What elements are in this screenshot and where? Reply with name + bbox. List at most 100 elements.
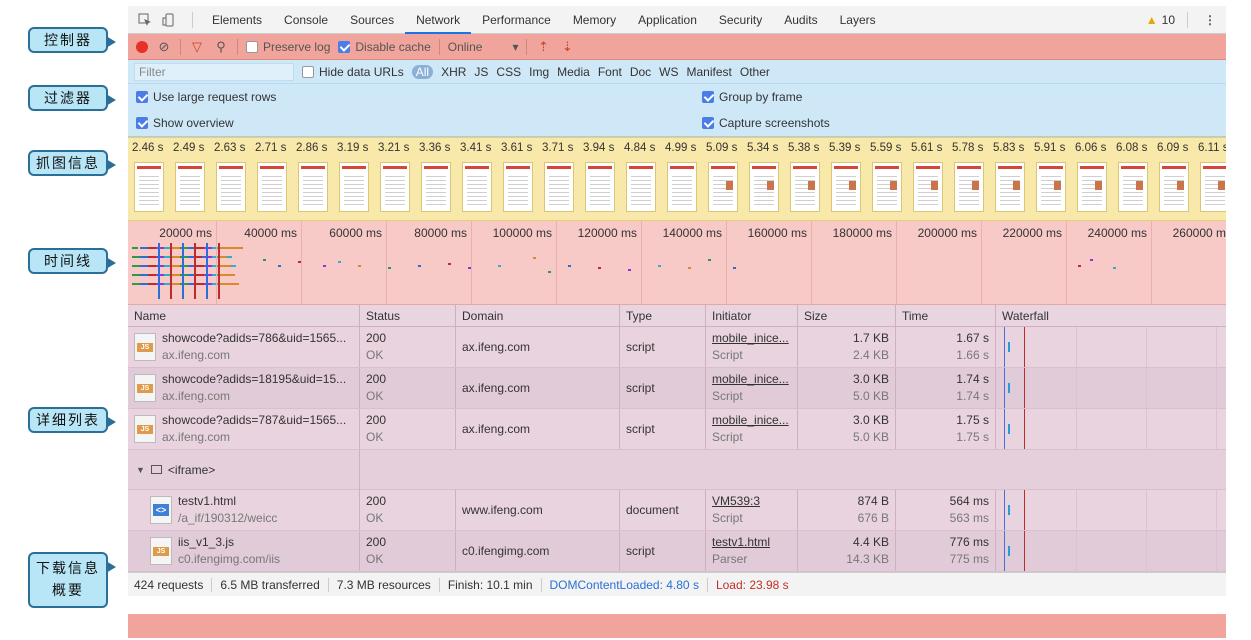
screenshot-thumbnail[interactable] [585, 162, 615, 212]
expand-arrow-icon[interactable]: ▼ [136, 465, 145, 475]
overview-timeline[interactable]: 20000 ms 40000 ms 60000 ms 80000 ms 100000 m… [128, 221, 1226, 305]
screenshot-thumbnail[interactable] [544, 162, 574, 212]
tab-console[interactable]: Console [273, 6, 339, 34]
screenshot-thumbnail[interactable] [380, 162, 410, 212]
capture-screenshots-toggle[interactable]: Capture screenshots [702, 116, 830, 130]
iframe-group-row[interactable]: ▼ <iframe> [128, 449, 1226, 490]
filter-input[interactable]: Filter [134, 62, 294, 81]
filter-type-doc[interactable]: Doc [630, 65, 651, 79]
disable-cache-toggle[interactable]: Disable cache [338, 40, 431, 54]
screenshot-thumbnail[interactable] [1200, 162, 1226, 212]
initiator-link[interactable]: VM539:3 [712, 493, 791, 510]
table-row[interactable]: JS iis_v1_3.js c0.ifengimg.com/iis 200 O… [128, 531, 1226, 572]
name-cell[interactable]: JS iis_v1_3.js c0.ifengimg.com/iis [128, 531, 360, 571]
filter-type-js[interactable]: JS [474, 65, 488, 79]
filter-type-font[interactable]: Font [598, 65, 622, 79]
preserve-log-toggle[interactable]: Preserve log [246, 40, 330, 54]
column-initiator[interactable]: Initiator [706, 305, 798, 326]
tab-audits[interactable]: Audits [773, 6, 828, 34]
import-har-icon[interactable]: ⇡ [535, 39, 551, 55]
device-toolbar-icon[interactable] [160, 11, 178, 29]
screenshot-thumbnail[interactable] [421, 162, 451, 212]
screenshot-thumbnail[interactable] [831, 162, 861, 212]
column-size[interactable]: Size [798, 305, 896, 326]
table-row[interactable]: <> testv1.html /a_if/190312/weicc 200 OK… [128, 490, 1226, 531]
screenshot-thumbnail[interactable] [749, 162, 779, 212]
show-overview-checkbox[interactable] [136, 117, 148, 129]
warnings-indicator[interactable]: ▲ 10 ⋮ [1146, 11, 1226, 28]
screenshot-thumbnail[interactable] [134, 162, 164, 212]
tab-network[interactable]: Network [405, 6, 472, 34]
column-name[interactable]: Name [128, 305, 360, 326]
throttle-select[interactable]: Online ▾ [448, 40, 519, 54]
column-waterfall[interactable]: Waterfall [996, 305, 1226, 326]
show-overview-toggle[interactable]: Show overview [136, 116, 234, 130]
disable-cache-checkbox[interactable] [338, 40, 351, 53]
tab-elements[interactable]: Elements [201, 6, 273, 34]
name-cell[interactable]: JS showcode?adids=786&uid=1565... ax.ife… [128, 327, 360, 367]
screenshot-thumbnail[interactable] [667, 162, 697, 212]
screenshot-thumbnail[interactable] [790, 162, 820, 212]
initiator-link[interactable]: mobile_inice... [712, 330, 791, 347]
screenshot-thumbnail[interactable] [462, 162, 492, 212]
screenshot-thumbnail[interactable] [339, 162, 369, 212]
filter-icon[interactable]: ▽ [189, 39, 205, 55]
tab-application[interactable]: Application [627, 6, 708, 34]
column-domain[interactable]: Domain [456, 305, 620, 326]
group-by-frame-toggle[interactable]: Group by frame [702, 90, 802, 104]
table-row[interactable]: JS showcode?adids=787&uid=1565... ax.ife… [128, 409, 1226, 450]
screenshot-thumbnail[interactable] [1036, 162, 1066, 212]
filter-type-ws[interactable]: WS [659, 65, 678, 79]
tab-memory[interactable]: Memory [562, 6, 627, 34]
table-row[interactable]: JS showcode?adids=18195&uid=15... ax.ife… [128, 368, 1226, 409]
search-icon[interactable]: ⚲ [213, 39, 229, 55]
screenshot-thumbnail[interactable] [216, 162, 246, 212]
tab-layers[interactable]: Layers [829, 6, 887, 34]
name-cell[interactable]: JS showcode?adids=18195&uid=15... ax.ife… [128, 368, 360, 408]
screenshot-thumbnail[interactable] [257, 162, 287, 212]
initiator-link[interactable]: testv1.html [712, 534, 791, 551]
filter-type-xhr[interactable]: XHR [441, 65, 466, 79]
clear-icon[interactable]: ⊘ [156, 39, 172, 55]
screenshot-thumbnail[interactable] [708, 162, 738, 212]
screenshot-thumbnail[interactable] [1118, 162, 1148, 212]
screenshot-thumbnail[interactable] [626, 162, 656, 212]
record-button[interactable] [136, 40, 148, 53]
filter-type-img[interactable]: Img [529, 65, 549, 79]
filter-type-media[interactable]: Media [557, 65, 590, 79]
hide-data-urls-toggle[interactable]: Hide data URLs [302, 65, 404, 79]
screenshot-thumbnail[interactable] [1159, 162, 1189, 212]
large-rows-checkbox[interactable] [136, 91, 148, 103]
filter-type-all[interactable]: All [411, 64, 434, 79]
table-row[interactable]: JS showcode?adids=786&uid=1565... ax.ife… [128, 327, 1226, 368]
name-cell[interactable]: <> testv1.html /a_if/190312/weicc [128, 490, 360, 530]
large-rows-toggle[interactable]: Use large request rows [136, 90, 276, 104]
inspect-element-icon[interactable] [136, 11, 154, 29]
tab-performance[interactable]: Performance [471, 6, 562, 34]
screenshot-thumbnail[interactable] [298, 162, 328, 212]
capture-screenshots-checkbox[interactable] [702, 117, 714, 129]
filter-type-manifest[interactable]: Manifest [687, 65, 732, 79]
hide-data-urls-checkbox[interactable] [302, 65, 314, 78]
tab-security[interactable]: Security [708, 6, 773, 34]
screenshot-thumbnail[interactable] [872, 162, 902, 212]
name-cell[interactable]: JS showcode?adids=787&uid=1565... ax.ife… [128, 409, 360, 449]
export-har-icon[interactable]: ⇣ [559, 39, 575, 55]
filter-type-other[interactable]: Other [740, 65, 770, 79]
screenshot-thumbnail[interactable] [995, 162, 1025, 212]
preserve-log-checkbox[interactable] [246, 40, 258, 53]
initiator-link[interactable]: mobile_inice... [712, 371, 791, 388]
tab-sources[interactable]: Sources [339, 6, 405, 34]
column-status[interactable]: Status [360, 305, 456, 326]
group-by-frame-checkbox[interactable] [702, 91, 714, 103]
screenshot-thumbnail[interactable] [1077, 162, 1107, 212]
column-time[interactable]: Time [896, 305, 996, 326]
screenshot-thumbnail[interactable] [954, 162, 984, 212]
more-options-icon[interactable]: ⋮ [1200, 13, 1220, 27]
column-type[interactable]: Type [620, 305, 706, 326]
initiator-link[interactable]: mobile_inice... [712, 412, 791, 429]
screenshot-thumbnail[interactable] [913, 162, 943, 212]
filter-type-css[interactable]: CSS [496, 65, 521, 79]
screenshot-thumbnail[interactable] [175, 162, 205, 212]
screenshot-thumbnail[interactable] [503, 162, 533, 212]
